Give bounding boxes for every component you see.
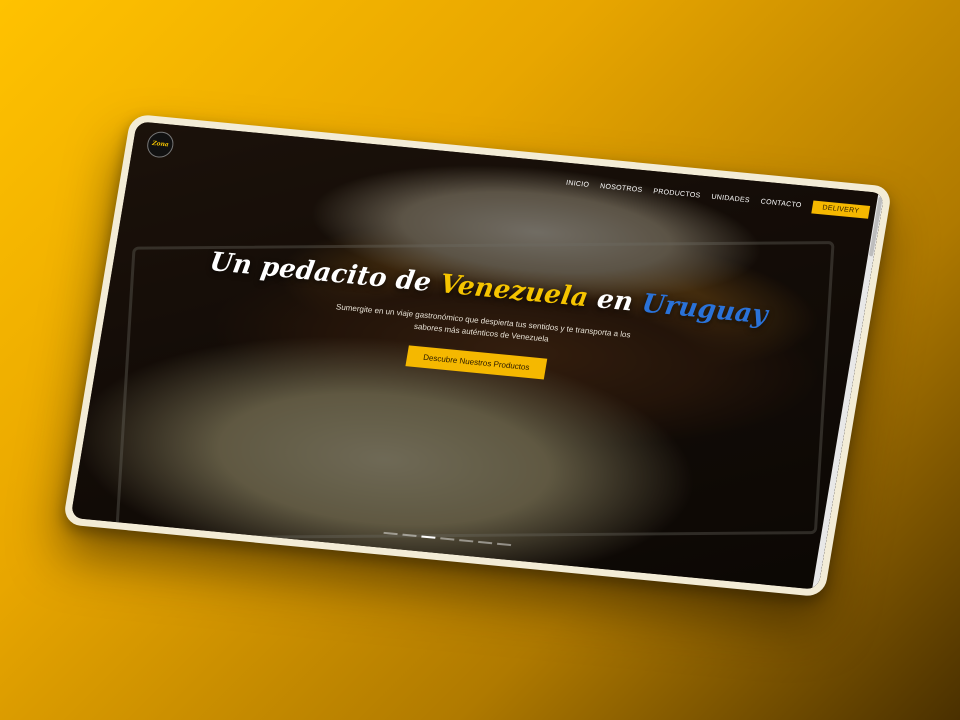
nav-link-unidades[interactable]: UNIDADES: [711, 194, 751, 205]
nav-link-inicio[interactable]: INICIO: [565, 180, 589, 189]
nav-link-productos[interactable]: PRODUCTOS: [653, 188, 701, 199]
logo-text: Zona: [151, 139, 170, 149]
browser-screen: Zona INICIO NOSOTROS PRODUCTOS UNIDADES …: [70, 121, 885, 590]
nav-link-contacto[interactable]: CONTACTO: [760, 198, 802, 209]
headline-part-3: en: [585, 283, 645, 319]
device-frame: Zona INICIO NOSOTROS PRODUCTOS UNIDADES …: [62, 113, 893, 598]
nav-link-nosotros[interactable]: NOSOTROS: [599, 183, 642, 194]
